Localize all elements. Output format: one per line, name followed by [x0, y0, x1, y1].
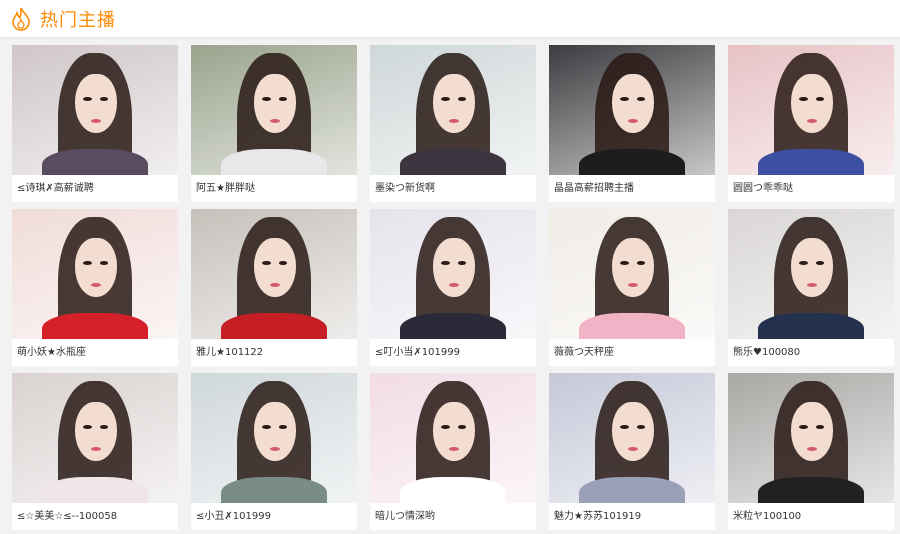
streamer-card[interactable]: 暗儿つ情深哟	[370, 373, 536, 530]
streamer-thumbnail[interactable]	[549, 45, 715, 175]
streamer-card[interactable]: 阿五★胖胖哒	[191, 45, 357, 202]
streamer-name[interactable]: 墨染つ新货啊	[370, 175, 536, 202]
streamer-thumbnail[interactable]	[728, 209, 894, 339]
streamer-card[interactable]: 晶晶高薪招聘主播	[549, 45, 715, 202]
streamer-name[interactable]: 雅儿★101122	[191, 339, 357, 366]
streamer-card[interactable]: 魅力★苏苏101919	[549, 373, 715, 530]
streamer-card[interactable]: 墨染つ新货啊	[370, 45, 536, 202]
flame-icon	[12, 7, 30, 31]
streamer-name[interactable]: ≤诗琪✗高薪诚聘	[12, 175, 178, 202]
streamer-thumbnail[interactable]	[370, 373, 536, 503]
streamer-name[interactable]: 魅力★苏苏101919	[549, 503, 715, 530]
section-header: 热门主播	[0, 0, 900, 38]
streamer-name[interactable]: ≤小丑✗101999	[191, 503, 357, 530]
streamer-card[interactable]: ≤叮小当✗101999	[370, 209, 536, 366]
streamer-name[interactable]: 圆圆つ乖乖哒	[728, 175, 894, 202]
streamer-card[interactable]: 萌小妖★水瓶座	[12, 209, 178, 366]
streamer-name[interactable]: 阿五★胖胖哒	[191, 175, 357, 202]
streamer-name[interactable]: 米粒ヤ100100	[728, 503, 894, 530]
streamer-thumbnail[interactable]	[370, 209, 536, 339]
streamer-thumbnail[interactable]	[191, 45, 357, 175]
streamer-thumbnail[interactable]	[12, 45, 178, 175]
streamer-card[interactable]: 米粒ヤ100100	[728, 373, 894, 530]
streamer-thumbnail[interactable]	[12, 373, 178, 503]
streamer-card[interactable]: 薇薇つ天秤座	[549, 209, 715, 366]
streamer-card[interactable]: ≤☆美美☆≤--100058	[12, 373, 178, 530]
streamer-name[interactable]: 萌小妖★水瓶座	[12, 339, 178, 366]
streamer-thumbnail[interactable]	[549, 209, 715, 339]
streamer-card[interactable]: ≤小丑✗101999	[191, 373, 357, 530]
streamer-name[interactable]: ≤☆美美☆≤--100058	[12, 503, 178, 530]
streamer-thumbnail[interactable]	[370, 45, 536, 175]
streamer-thumbnail[interactable]	[191, 373, 357, 503]
streamer-name[interactable]: ≤叮小当✗101999	[370, 339, 536, 366]
streamer-thumbnail[interactable]	[728, 373, 894, 503]
streamer-card[interactable]: ≤诗琪✗高薪诚聘	[12, 45, 178, 202]
streamer-card[interactable]: 熊乐♥100080	[728, 209, 894, 366]
streamer-name[interactable]: 薇薇つ天秤座	[549, 339, 715, 366]
streamer-card[interactable]: 雅儿★101122	[191, 209, 357, 366]
streamer-name[interactable]: 熊乐♥100080	[728, 339, 894, 366]
streamer-grid: ≤诗琪✗高薪诚聘 阿五★胖胖哒 墨染つ新货啊 晶晶高薪招聘主播 圆圆つ乖乖哒 萌…	[12, 45, 894, 530]
streamer-card[interactable]: 圆圆つ乖乖哒	[728, 45, 894, 202]
streamer-name[interactable]: 暗儿つ情深哟	[370, 503, 536, 530]
streamer-thumbnail[interactable]	[728, 45, 894, 175]
streamer-thumbnail[interactable]	[12, 209, 178, 339]
section-title: 热门主播	[40, 9, 116, 31]
streamer-name[interactable]: 晶晶高薪招聘主播	[549, 175, 715, 202]
streamer-thumbnail[interactable]	[191, 209, 357, 339]
streamer-thumbnail[interactable]	[549, 373, 715, 503]
